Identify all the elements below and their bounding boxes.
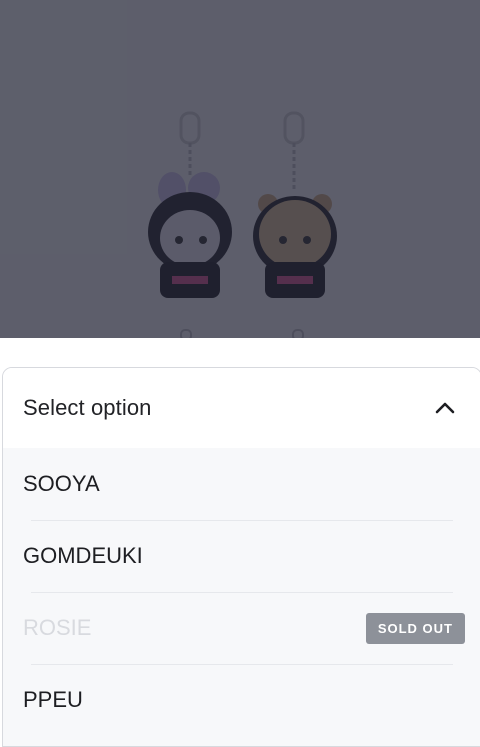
option-item-ppeu[interactable]: PPEU (3, 664, 480, 736)
option-sheet: Select option SOOYA GOMDEUKI ROSIE SOLD … (2, 367, 480, 747)
option-item-sooya[interactable]: SOOYA (3, 448, 480, 520)
chevron-up-icon[interactable] (433, 396, 457, 420)
option-label: PPEU (23, 687, 83, 712)
option-sheet-header[interactable]: Select option (3, 368, 480, 448)
option-item-rosie: ROSIE SOLD OUT (3, 592, 480, 664)
option-label: SOOYA (23, 471, 100, 496)
option-item-gomdeuki[interactable]: GOMDEUKI (3, 520, 480, 592)
sold-out-badge: SOLD OUT (365, 612, 465, 644)
sheet-title: Select option (23, 395, 152, 420)
option-list: SOOYA GOMDEUKI ROSIE SOLD OUT PPEU (3, 448, 480, 746)
option-label: GOMDEUKI (23, 543, 143, 568)
dim-overlay[interactable] (0, 0, 480, 338)
option-label: ROSIE (23, 615, 92, 640)
